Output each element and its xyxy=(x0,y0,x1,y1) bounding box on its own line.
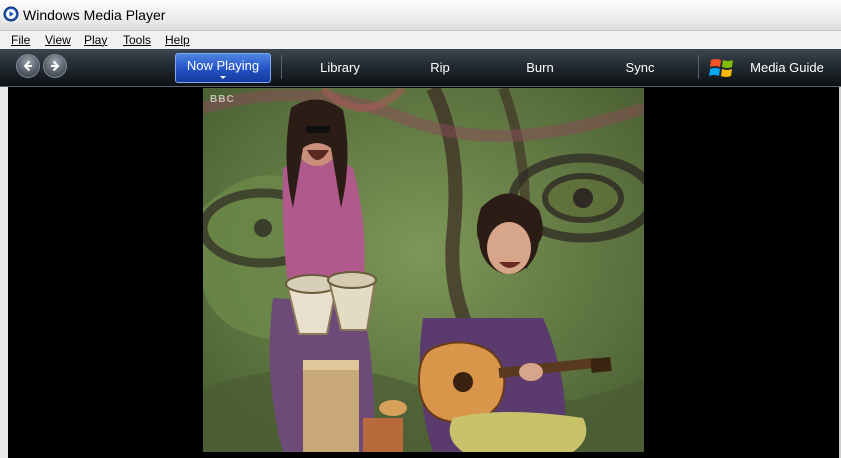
menu-play[interactable]: Play xyxy=(84,33,107,47)
menu-file[interactable]: File xyxy=(11,33,30,47)
tab-sync[interactable]: Sync xyxy=(610,49,670,86)
forward-arrow-icon xyxy=(51,60,60,72)
menu-help[interactable]: Help xyxy=(165,33,190,47)
menu-tools[interactable]: Tools xyxy=(123,33,151,47)
tab-now-playing-label: Now Playing xyxy=(186,58,260,73)
video-frame[interactable]: BBC xyxy=(203,88,644,452)
tab-burn[interactable]: Burn xyxy=(510,49,570,86)
chevron-down-icon[interactable] xyxy=(220,76,226,79)
tab-rip[interactable]: Rip xyxy=(410,49,470,86)
media-player-icon xyxy=(3,6,19,22)
back-arrow-icon xyxy=(23,60,32,72)
windows-logo-icon xyxy=(709,59,733,77)
video-picture xyxy=(203,88,644,452)
menu-bar: File View Play Tools Help xyxy=(0,31,841,50)
tab-divider xyxy=(698,55,699,79)
tab-library[interactable]: Library xyxy=(300,49,380,86)
tab-divider xyxy=(281,55,282,79)
menu-view[interactable]: View xyxy=(45,33,71,47)
taskbar: Now Playing Library Rip Burn Sync Media … xyxy=(0,49,841,87)
back-button[interactable] xyxy=(16,54,40,78)
title-bar: Windows Media Player xyxy=(0,0,841,31)
tab-media-guide[interactable]: Media Guide xyxy=(744,49,830,86)
tab-now-playing[interactable]: Now Playing xyxy=(175,53,271,83)
forward-button[interactable] xyxy=(43,54,67,78)
channel-logo: BBC xyxy=(210,94,235,105)
window-title: Windows Media Player xyxy=(23,7,166,23)
